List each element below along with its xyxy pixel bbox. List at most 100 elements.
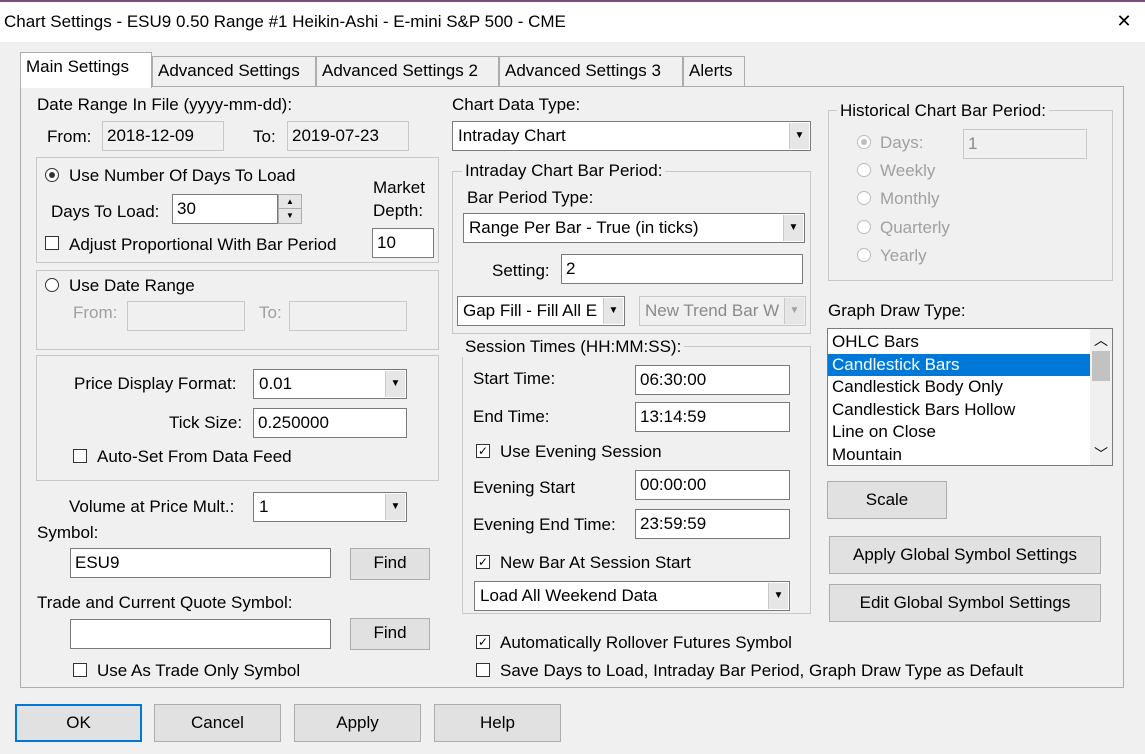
tick-size-label: Tick Size: [169,413,243,432]
use-days-label: Use Number Of Days To Load [69,166,296,185]
end-time-label: End Time: [473,407,550,426]
rollover-checkbox[interactable]: ✓ [476,635,490,649]
apply-global-symbol-button[interactable]: Apply Global Symbol Settings [829,536,1101,574]
chevron-down-icon[interactable]: ▼ [385,494,405,520]
close-icon[interactable]: ✕ [1112,11,1136,31]
help-button[interactable]: Help [434,704,561,742]
graph-draw-item[interactable]: Line on Close [828,421,1090,444]
apply-button[interactable]: Apply [294,704,421,742]
tab-alerts[interactable]: Alerts [683,56,745,86]
session-group-title: Session Times (HH:MM:SS): [462,337,685,357]
monthly-label: Monthly [880,189,940,208]
intraday-group-title: Intraday Chart Bar Period: [462,161,666,181]
gap-fill-value: Gap Fill - Fill All E [463,301,598,320]
file-from-label: From: [47,127,92,146]
trade-symbol-input[interactable] [70,619,331,649]
setting-input[interactable]: 2 [561,254,803,284]
use-days-radio[interactable] [45,168,59,182]
save-default-label: Save Days to Load, Intraday Bar Period, … [500,661,1024,680]
ok-button[interactable]: OK [15,704,142,742]
market-depth-input[interactable]: 10 [372,228,434,258]
scroll-up-icon[interactable]: ︿ [1090,329,1112,351]
weekly-label: Weekly [880,161,936,180]
evening-start-input[interactable]: 00:00:00 [635,470,790,500]
historical-days-input: 1 [963,129,1087,159]
date-range-header: Date Range In File (yyyy-mm-dd): [37,95,293,114]
scale-button[interactable]: Scale [827,481,947,519]
bar-period-type-select[interactable]: Range Per Bar - True (in ticks) ▼ [463,213,805,243]
weekend-data-value: Load All Weekend Data [480,586,658,605]
tab-main-settings[interactable]: Main Settings [20,52,152,88]
trade-symbol-find-button[interactable]: Find [350,618,430,650]
setting-label: Setting: [492,261,550,280]
new-bar-session-checkbox[interactable]: ✓ [476,555,490,569]
graph-draw-scrollbar[interactable]: ︿ ﹀ [1090,329,1112,465]
bar-period-type-value: Range Per Bar - True (in ticks) [469,218,699,237]
yearly-label: Yearly [880,246,927,265]
evening-end-label: Evening End Time: [473,515,616,534]
save-default-checkbox[interactable] [476,663,490,677]
graph-draw-item[interactable]: Candlestick Body Only [828,376,1090,399]
tab-advanced-settings-2[interactable]: Advanced Settings 2 [316,56,499,86]
new-trend-value: New Trend Bar W [645,301,780,320]
adjust-proportional-checkbox[interactable] [45,236,59,250]
chevron-down-icon[interactable]: ▼ [385,371,405,397]
weekly-radio [857,163,871,177]
days-to-load-input[interactable]: 30 [172,194,278,224]
bar-period-type-label: Bar Period Type: [467,188,594,207]
graph-draw-item[interactable]: Candlestick Bars [828,353,1090,376]
tab-advanced-settings[interactable]: Advanced Settings [152,56,316,86]
cancel-button[interactable]: Cancel [154,704,281,742]
autoset-checkbox[interactable] [73,449,87,463]
chevron-down-icon[interactable]: ▼ [603,298,623,324]
scroll-down-icon[interactable]: ﹀ [1090,443,1112,465]
historical-group-title: Historical Chart Bar Period: [837,101,1049,121]
chevron-down-icon[interactable]: ▼ [783,215,803,241]
graph-draw-item[interactable]: OHLC Bars [828,331,1090,354]
quarterly-radio [857,220,871,234]
end-time-input[interactable]: 13:14:59 [635,402,790,432]
chart-data-type-value: Intraday Chart [458,126,566,145]
use-evening-checkbox[interactable]: ✓ [476,444,490,458]
graph-draw-item[interactable]: Candlestick Bars Hollow [828,399,1090,422]
quarterly-label: Quarterly [880,218,950,237]
symbol-find-button[interactable]: Find [350,548,430,580]
new-bar-session-label: New Bar At Session Start [500,553,691,572]
range-from-label: From: [73,303,118,322]
gap-fill-select[interactable]: Gap Fill - Fill All E ▼ [457,296,625,326]
price-format-select[interactable]: 0.01 ▼ [253,369,407,399]
tick-size-input[interactable]: 0.250000 [253,408,407,438]
start-time-input[interactable]: 06:30:00 [635,365,790,395]
chevron-down-icon[interactable]: ▼ [789,123,809,149]
range-to-label: To: [259,303,282,322]
days-to-load-label: Days To Load: [51,202,160,221]
use-date-range-radio[interactable] [45,278,59,292]
historical-days-radio [857,135,871,149]
rollover-label: Automatically Rollover Futures Symbol [500,633,792,652]
use-date-range-label: Use Date Range [69,276,195,295]
symbol-input[interactable]: ESU9 [70,548,331,578]
spin-up-icon[interactable]: ▲ [279,195,301,209]
chart-data-type-label: Chart Data Type: [452,95,581,114]
days-spinner[interactable]: ▲ ▼ [278,194,302,224]
chevron-down-icon: ▼ [784,298,804,324]
range-to-field [289,301,407,331]
spin-down-icon[interactable]: ▼ [279,209,301,223]
weekend-data-select[interactable]: Load All Weekend Data ▼ [474,581,790,611]
graph-draw-type-list[interactable]: OHLC Bars Candlestick Bars Candlestick Bod… [827,328,1113,466]
trade-only-checkbox[interactable] [73,663,87,677]
volume-mult-select[interactable]: 1 ▼ [253,492,407,522]
file-to-label: To: [253,127,276,146]
graph-draw-item[interactable]: Mountain [828,444,1090,466]
volume-mult-label: Volume at Price Mult.: [69,497,235,516]
chevron-down-icon[interactable]: ▼ [768,583,788,609]
monthly-radio [857,191,871,205]
scroll-thumb[interactable] [1092,351,1110,381]
file-to-field: 2019-07-23 [287,121,409,151]
evening-end-input[interactable]: 23:59:59 [635,509,790,539]
chart-data-type-select[interactable]: Intraday Chart ▼ [452,121,811,151]
tab-advanced-settings-3[interactable]: Advanced Settings 3 [499,56,683,86]
price-format-label: Price Display Format: [74,374,237,393]
edit-global-symbol-button[interactable]: Edit Global Symbol Settings [829,584,1101,622]
autoset-label: Auto-Set From Data Feed [97,447,292,466]
